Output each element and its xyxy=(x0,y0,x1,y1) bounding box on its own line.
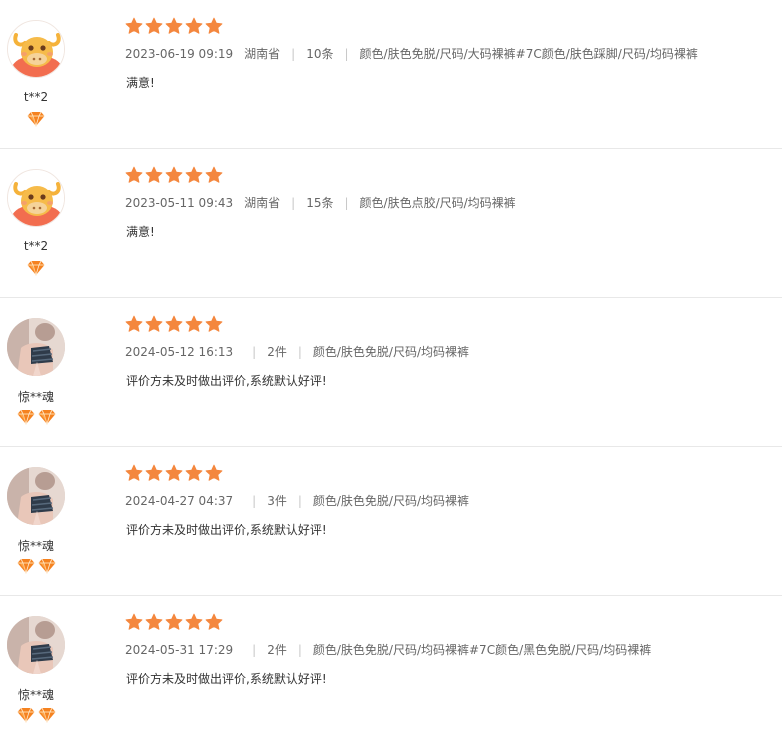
rating-stars xyxy=(125,613,223,631)
user-level-badges xyxy=(26,111,46,128)
meta-separator: | xyxy=(297,345,302,359)
review-location: 湖南省 xyxy=(244,47,281,61)
review-item: t**2 2023-05-11 09:43 湖南省 | 15条 | 颜色/肤色点胶/尺码/… xyxy=(0,149,782,298)
review-comment: 满意! xyxy=(126,225,155,239)
user-level-badges xyxy=(16,409,57,426)
star-icon xyxy=(205,17,223,34)
user-name: 惊**魂 xyxy=(17,539,54,553)
user-level-badges xyxy=(16,558,57,575)
rating-stars xyxy=(125,166,223,184)
star-icon xyxy=(145,17,163,34)
star-icon xyxy=(125,166,143,183)
review-item: 惊**魂 2024-05-31 17:29 | 2件 | 颜色/肤色免脱/尺码/均码裸裤… xyxy=(0,596,782,745)
meta-separator: | xyxy=(291,47,296,61)
diamond-badge-icon xyxy=(37,558,57,575)
star-icon xyxy=(145,464,163,481)
review-comment: 评价方未及时做出评价,系统默认好评! xyxy=(126,374,327,388)
meta-separator: | xyxy=(291,196,296,210)
review-date: 2024-05-31 17:29 xyxy=(125,643,234,657)
review-list: t**2 2023-06-19 09:19 湖南省 | 10条 | 颜色/肤色免脱/尺码/… xyxy=(0,0,782,745)
review-quantity: 2件 xyxy=(267,643,287,657)
star-icon xyxy=(205,315,223,332)
review-meta: 2024-04-27 04:37 | 3件 | 颜色/肤色免脱/尺码/均码裸裤 xyxy=(125,492,469,509)
meta-separator: | xyxy=(344,196,349,210)
review-sku: 颜色/肤色免脱/尺码/均码裸裤#7C颜色/黑色免脱/尺码/均码裸裤 xyxy=(312,643,652,657)
diamond-badge-icon xyxy=(26,111,46,128)
star-icon xyxy=(145,315,163,332)
review-date: 2024-05-12 16:13 xyxy=(125,345,234,359)
star-icon xyxy=(145,613,163,630)
star-icon xyxy=(165,166,183,183)
star-icon xyxy=(125,17,143,34)
meta-separator: | xyxy=(297,643,302,657)
star-icon xyxy=(165,17,183,34)
photo-avatar[interactable] xyxy=(7,318,65,376)
star-icon xyxy=(205,464,223,481)
diamond-badge-icon xyxy=(37,409,57,426)
meta-separator: | xyxy=(252,494,257,508)
user-name: t**2 xyxy=(23,239,49,253)
review-meta: 2023-06-19 09:19 湖南省 | 10条 | 颜色/肤色免脱/尺码/大码裸裤#… xyxy=(125,45,698,62)
review-item: 惊**魂 2024-05-12 16:13 | 2件 | 颜色/肤色免脱/尺码/均码裸裤… xyxy=(0,298,782,447)
review-sku: 颜色/肤色免脱/尺码/均码裸裤 xyxy=(312,494,470,508)
meta-separator: | xyxy=(252,345,257,359)
review-item: 惊**魂 2024-04-27 04:37 | 3件 | 颜色/肤色免脱/尺码/均码裸裤… xyxy=(0,447,782,596)
star-icon xyxy=(205,613,223,630)
review-comment: 评价方未及时做出评价,系统默认好评! xyxy=(126,672,327,686)
user-name: t**2 xyxy=(23,90,49,104)
star-icon xyxy=(145,166,163,183)
photo-avatar[interactable] xyxy=(7,616,65,674)
star-icon xyxy=(125,613,143,630)
star-icon xyxy=(125,464,143,481)
star-icon xyxy=(185,166,203,183)
review-date: 2024-04-27 04:37 xyxy=(125,494,234,508)
star-icon xyxy=(185,17,203,34)
star-icon xyxy=(185,315,203,332)
meta-separator: | xyxy=(252,643,257,657)
photo-avatar[interactable] xyxy=(7,467,65,525)
review-comment: 满意! xyxy=(126,76,155,90)
review-location: 湖南省 xyxy=(244,196,281,210)
star-icon xyxy=(165,613,183,630)
diamond-badge-icon xyxy=(16,558,36,575)
review-sku: 颜色/肤色免脱/尺码/大码裸裤#7C颜色/肤色踩脚/尺码/均码裸裤 xyxy=(359,47,698,61)
review-meta: 2024-05-12 16:13 | 2件 | 颜色/肤色免脱/尺码/均码裸裤 xyxy=(125,343,469,360)
rating-stars xyxy=(125,315,223,333)
star-icon xyxy=(185,613,203,630)
review-comment: 评价方未及时做出评价,系统默认好评! xyxy=(126,523,327,537)
user-level-badges xyxy=(16,707,57,724)
user-name: 惊**魂 xyxy=(17,390,54,404)
review-meta: 2023-05-11 09:43 湖南省 | 15条 | 颜色/肤色点胶/尺码/均码裸裤 xyxy=(125,194,516,211)
meta-separator: | xyxy=(344,47,349,61)
review-date: 2023-05-11 09:43 xyxy=(125,196,234,210)
diamond-badge-icon xyxy=(16,409,36,426)
star-icon xyxy=(165,464,183,481)
rating-stars xyxy=(125,464,223,482)
diamond-badge-icon xyxy=(26,260,46,277)
star-icon xyxy=(205,166,223,183)
user-name: 惊**魂 xyxy=(17,688,54,702)
review-quantity: 10条 xyxy=(306,47,334,61)
review-quantity: 15条 xyxy=(306,196,334,210)
user-level-badges xyxy=(26,260,46,277)
ox-avatar[interactable] xyxy=(7,169,65,227)
review-sku: 颜色/肤色点胶/尺码/均码裸裤 xyxy=(359,196,516,210)
review-quantity: 3件 xyxy=(267,494,287,508)
diamond-badge-icon xyxy=(37,707,57,724)
star-icon xyxy=(125,315,143,332)
review-quantity: 2件 xyxy=(267,345,287,359)
review-item: t**2 2023-06-19 09:19 湖南省 | 10条 | 颜色/肤色免脱/尺码/… xyxy=(0,0,782,149)
review-sku: 颜色/肤色免脱/尺码/均码裸裤 xyxy=(312,345,470,359)
rating-stars xyxy=(125,17,223,35)
star-icon xyxy=(185,464,203,481)
star-icon xyxy=(165,315,183,332)
meta-separator: | xyxy=(297,494,302,508)
review-meta: 2024-05-31 17:29 | 2件 | 颜色/肤色免脱/尺码/均码裸裤#7C颜色… xyxy=(125,641,651,658)
ox-avatar[interactable] xyxy=(7,20,65,78)
diamond-badge-icon xyxy=(16,707,36,724)
review-date: 2023-06-19 09:19 xyxy=(125,47,234,61)
